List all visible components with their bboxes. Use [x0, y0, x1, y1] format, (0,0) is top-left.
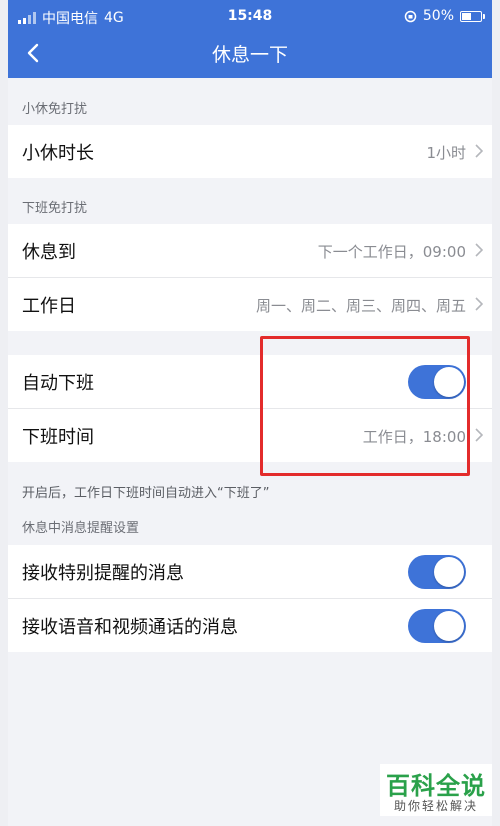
row-workdays[interactable]: 工作日 周一、周二、周三、周四、周五 — [8, 278, 492, 331]
row-label: 工作日 — [22, 296, 76, 317]
battery-icon — [460, 10, 485, 22]
battery-percent: 50% — [422, 8, 454, 24]
row-rest-until[interactable]: 休息到 下一个工作日，09:00 — [8, 224, 492, 278]
chevron-right-icon — [475, 428, 483, 442]
section-label-messages: 休息中消息提醒设置 — [22, 521, 140, 536]
card-messages: 接收特别提醒的消息 接收语音和视频通话的消息 — [8, 545, 492, 652]
watermark-logo: 百科全说 助你轻松解决 — [380, 764, 492, 816]
card-short-break: 小休时长 1小时 — [8, 125, 492, 178]
chevron-right-icon — [475, 243, 483, 257]
highlight-annotation — [260, 336, 470, 476]
toggle-knob — [434, 611, 464, 641]
page-title: 休息一下 — [211, 44, 288, 66]
watermark-subtitle: 助你轻松解决 — [393, 799, 478, 813]
status-bar: 中国电信 4G 15:48 50% — [8, 0, 492, 32]
row-value: 周一、周二、周三、周四、周五 — [255, 297, 466, 315]
row-label: 接收特别提醒的消息 — [22, 563, 184, 584]
row-label: 小休时长 — [22, 143, 94, 164]
battery-fill — [462, 12, 471, 20]
row-label: 休息到 — [22, 242, 76, 263]
row-label: 自动下班 — [22, 373, 94, 394]
toggle-knob — [434, 557, 464, 587]
row-label: 接收语音和视频通话的消息 — [22, 617, 238, 638]
status-right: 50% — [404, 8, 485, 24]
auto-off-work-note: 开启后，工作日下班时间自动进入“下班了” — [22, 486, 270, 501]
voice-video-toggle[interactable] — [408, 609, 466, 643]
row-value: 下一个工作日，09:00 — [317, 243, 466, 261]
row-break-duration[interactable]: 小休时长 1小时 — [8, 125, 492, 178]
row-special-reminders: 接收特别提醒的消息 — [8, 545, 492, 599]
chevron-right-icon — [475, 144, 483, 158]
row-voice-video-calls: 接收语音和视频通话的消息 — [8, 599, 492, 652]
phone-screen: 中国电信 4G 15:48 50% 休息一下 小休免打扰 小休时长 1小时 下班… — [8, 0, 492, 826]
chevron-right-icon — [475, 297, 483, 311]
section-label-off-work: 下班免打扰 — [22, 201, 88, 216]
row-value: 1小时 — [426, 144, 466, 162]
watermark-title: 百科全说 — [386, 772, 486, 800]
card-off-work: 休息到 下一个工作日，09:00 工作日 周一、周二、周三、周四、周五 — [8, 224, 492, 331]
special-reminders-toggle[interactable] — [408, 555, 466, 589]
row-label: 下班时间 — [22, 427, 94, 448]
app-header: 中国电信 4G 15:48 50% 休息一下 — [8, 0, 492, 78]
section-label-short-break: 小休免打扰 — [22, 102, 88, 117]
orientation-lock-icon — [404, 10, 417, 22]
